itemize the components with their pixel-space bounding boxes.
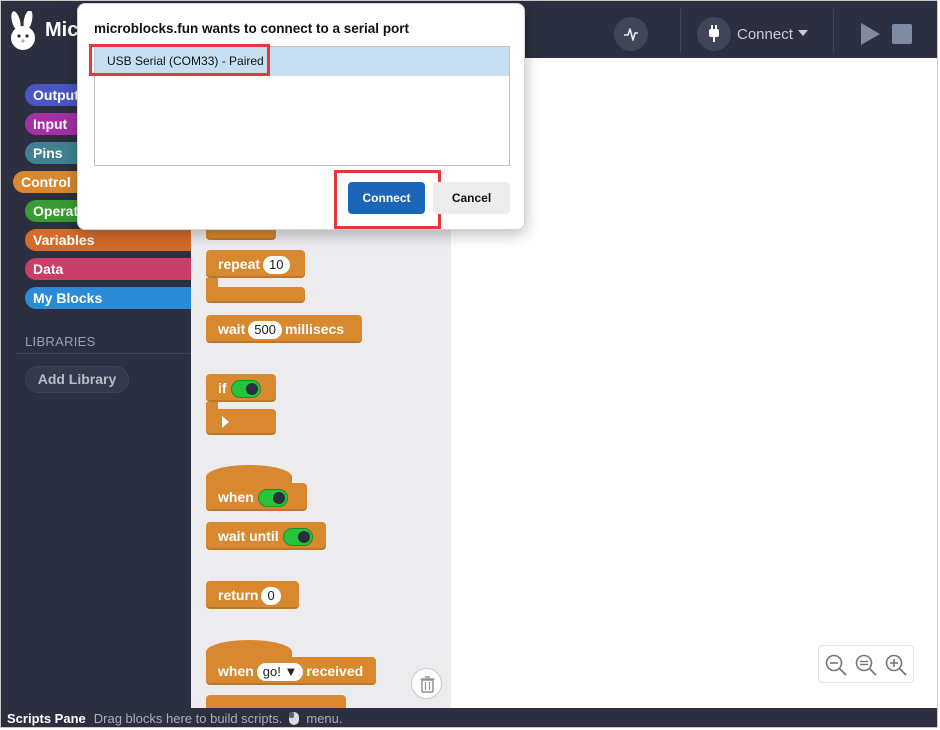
mouse-icon xyxy=(289,712,300,725)
dialog-title: microblocks.fun wants to connect to a se… xyxy=(94,21,410,36)
wait-until-label: wait until xyxy=(218,528,279,544)
status-menu-text: menu. xyxy=(306,711,343,726)
status-bar: Scripts Pane Drag blocks here to build sc… xyxy=(1,708,937,727)
wait-unit-label: millisecs xyxy=(284,321,345,337)
category-variables[interactable]: Variables xyxy=(25,229,191,251)
when-received-suffix: received xyxy=(306,663,364,679)
broadcast-block-partial[interactable] xyxy=(206,695,346,708)
wait-until-toggle[interactable] xyxy=(282,528,313,547)
microblocks-logo-icon xyxy=(11,11,35,50)
libraries-divider xyxy=(15,353,191,354)
category-data[interactable]: Data xyxy=(25,258,191,280)
toolbar-divider xyxy=(680,9,681,53)
when-condition-toggle[interactable] xyxy=(257,489,288,508)
repeat-count-input[interactable]: 10 xyxy=(263,256,290,275)
when-label: when xyxy=(218,489,254,505)
zoom-reset-icon[interactable] xyxy=(853,652,879,678)
if-condition-toggle[interactable] xyxy=(230,380,261,399)
serial-port-dialog: microblocks.fun wants to connect to a se… xyxy=(77,3,525,230)
port-highlight-box xyxy=(89,44,270,76)
expand-arrow-icon[interactable] xyxy=(218,409,238,435)
toggle-knob xyxy=(297,531,310,544)
return-value-input[interactable]: 0 xyxy=(261,587,281,606)
chevron-down-icon[interactable] xyxy=(798,30,808,36)
repeat-block[interactable]: repeat 10 xyxy=(206,250,305,278)
status-title: Scripts Pane xyxy=(7,711,86,726)
category-my-blocks[interactable]: My Blocks xyxy=(25,287,191,309)
if-block-end xyxy=(206,409,276,435)
pulse-icon xyxy=(624,28,638,41)
when-block[interactable]: when xyxy=(206,483,307,511)
wait-block[interactable]: wait 500 millisecs xyxy=(206,315,362,343)
message-dropdown[interactable]: go! ▼ xyxy=(256,663,304,682)
plug-icon xyxy=(709,25,719,42)
add-library-button[interactable]: Add Library xyxy=(25,366,129,393)
zoom-controls xyxy=(818,645,914,683)
when-received-block[interactable]: when go! ▼ received xyxy=(206,657,376,685)
if-block[interactable]: if xyxy=(206,374,276,402)
toggle-knob xyxy=(245,383,258,396)
app-title: Mic xyxy=(45,19,79,41)
libraries-heading: LIBRARIES xyxy=(25,334,96,349)
wait-label: wait xyxy=(218,321,246,337)
return-block[interactable]: return 0 xyxy=(206,581,299,609)
trash-icon xyxy=(420,676,435,693)
status-hint: Drag blocks here to build scripts. xyxy=(93,711,283,726)
return-label: return xyxy=(218,587,259,603)
graph-button[interactable] xyxy=(614,17,648,51)
zoom-out-icon[interactable] xyxy=(823,652,849,678)
zoom-in-icon[interactable] xyxy=(883,652,909,678)
dialog-connect-button[interactable]: Connect xyxy=(348,182,425,214)
microblocks-app: Mic Connect Output Input Pins Control Op… xyxy=(0,0,938,728)
trash-button[interactable] xyxy=(411,668,442,699)
when-received-prefix: when xyxy=(218,663,254,679)
toggle-knob xyxy=(272,492,285,505)
toolbar-divider xyxy=(833,9,834,53)
play-icon[interactable] xyxy=(861,23,880,45)
connect-label[interactable]: Connect xyxy=(737,26,793,43)
wait-value-input[interactable]: 500 xyxy=(248,321,282,340)
stop-icon[interactable] xyxy=(892,24,912,44)
if-label: if xyxy=(218,380,227,396)
repeat-label: repeat xyxy=(218,256,261,272)
wait-until-block[interactable]: wait until xyxy=(206,522,326,550)
plug-button[interactable] xyxy=(697,17,731,51)
dialog-cancel-button[interactable]: Cancel xyxy=(433,182,510,214)
repeat-block-end xyxy=(206,287,305,303)
